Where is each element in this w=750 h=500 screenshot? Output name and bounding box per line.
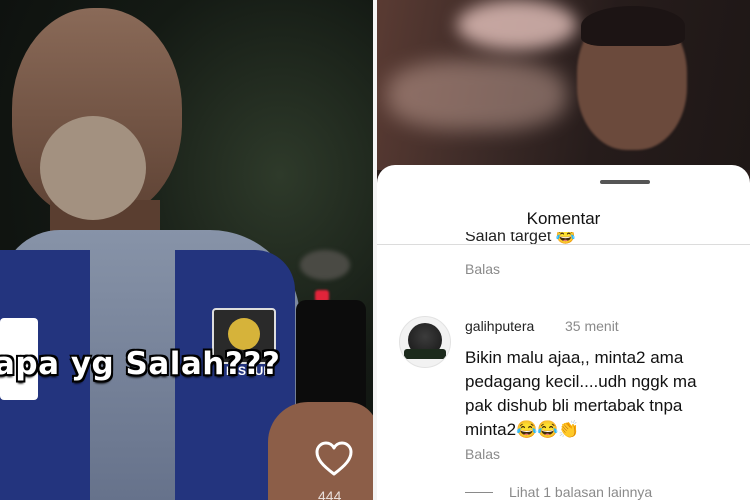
comment-line: Bikin malu ajaa,, minta2 ama — [465, 348, 684, 367]
video-caption: apa yg Salah??? — [0, 346, 281, 382]
left-video-panel[interactable]: DISHUB apa yg Salah??? 444 — [0, 0, 373, 500]
comment-line: pedagang kecil....udh nggk ma — [465, 372, 697, 391]
background-light — [457, 0, 577, 50]
face-blur-overlay — [40, 116, 146, 220]
comment-line: minta2😂😂👏 — [465, 420, 580, 439]
replies-divider — [465, 492, 493, 493]
person-hair — [581, 6, 685, 46]
right-video-panel: Komentar Salah target 😂 Balas galihputer… — [377, 0, 750, 500]
background-light — [387, 60, 567, 130]
comment-username[interactable]: galihputera — [465, 318, 534, 334]
background-car — [300, 250, 350, 280]
heart-outline-icon[interactable] — [314, 440, 354, 478]
sheet-drag-handle[interactable] — [600, 180, 650, 184]
avatar-icon[interactable] — [399, 316, 451, 368]
reply-button[interactable]: Balas — [465, 261, 500, 277]
like-count: 444 — [318, 488, 342, 500]
sheet-header-divider — [377, 244, 750, 245]
sheet-title: Komentar — [526, 209, 601, 228]
comment-line: pak dishub bli mertabak tnpa — [465, 396, 683, 415]
view-more-replies-link[interactable]: Lihat 1 balasan lainnya — [509, 484, 652, 500]
comment-body: Bikin malu ajaa,, minta2 ama pedagang ke… — [465, 346, 750, 442]
comment-time: 35 menit — [565, 318, 619, 334]
reply-button[interactable]: Balas — [465, 446, 500, 462]
